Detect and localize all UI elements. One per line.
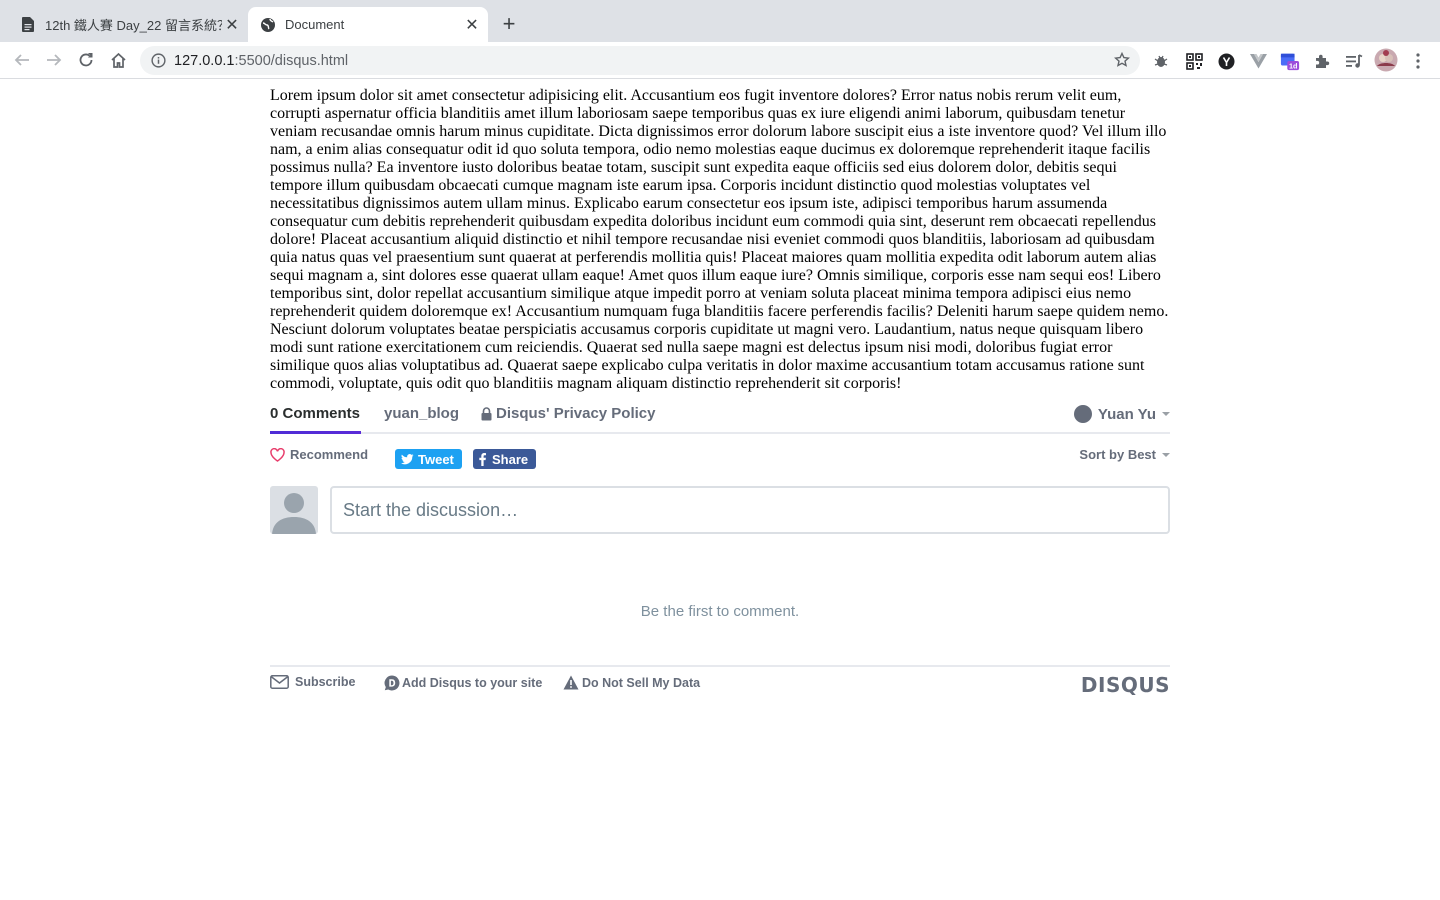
disqus-footer: Subscribe Add Disqus to your site Do Not… bbox=[270, 665, 1170, 701]
empty-state-message: Be the first to comment. bbox=[640, 603, 800, 620]
article-text: Lorem ipsum dolor sit amet consectetur a… bbox=[270, 87, 1169, 392]
document-icon bbox=[20, 17, 36, 33]
bookmark-star-icon[interactable] bbox=[1113, 51, 1131, 68]
user-name: Yuan Yu bbox=[1097, 405, 1156, 423]
user-avatar-icon bbox=[1073, 405, 1092, 423]
bug-extension-icon[interactable] bbox=[1151, 51, 1171, 71]
kebab-menu-icon[interactable] bbox=[1408, 51, 1428, 71]
twitter-bird-icon bbox=[401, 453, 414, 465]
browser-toolbar: 127.0.0.1:5500/disqus.html 1d bbox=[0, 42, 1440, 79]
tweet-label: Tweet bbox=[418, 451, 454, 467]
privacy-policy-link[interactable]: Disqus' Privacy Policy bbox=[481, 405, 655, 422]
tab-strip: 12th 鐵人賽 Day_22 留言系統？ ✕ Document ✕ + bbox=[0, 0, 1440, 42]
close-icon[interactable]: ✕ bbox=[462, 15, 482, 35]
url-text: 127.0.0.1:5500/disqus.html bbox=[174, 53, 348, 69]
privacy-policy-label: Disqus' Privacy Policy bbox=[496, 405, 656, 422]
url-path: :5500/disqus.html bbox=[234, 52, 349, 69]
new-tab-button[interactable]: + bbox=[497, 11, 521, 36]
comment-composer: Start the discussion… bbox=[270, 486, 1170, 534]
tweet-button[interactable]: Tweet bbox=[395, 449, 462, 469]
share-label: Share bbox=[492, 451, 529, 467]
comment-input[interactable]: Start the discussion… bbox=[330, 486, 1170, 534]
thread-actions: Recommend Tweet Share Sort by Best bbox=[270, 434, 1170, 480]
lock-icon bbox=[481, 406, 492, 421]
media-queue-icon[interactable] bbox=[1344, 51, 1364, 71]
envelope-icon bbox=[270, 675, 289, 689]
add-disqus-label: Add Disqus to your site bbox=[402, 676, 543, 690]
wallet-extension-icon[interactable] bbox=[1216, 51, 1236, 71]
home-icon[interactable] bbox=[106, 48, 130, 72]
url-host: 127.0.0.1 bbox=[174, 52, 235, 69]
chevron-down-icon bbox=[1162, 412, 1170, 416]
address-bar[interactable]: 127.0.0.1:5500/disqus.html bbox=[140, 46, 1140, 75]
forward-icon[interactable] bbox=[42, 48, 66, 72]
forum-link[interactable]: yuan_blog bbox=[384, 405, 459, 422]
info-icon[interactable] bbox=[150, 53, 166, 69]
subscribe-label: Subscribe bbox=[295, 675, 356, 689]
user-menu[interactable]: Yuan Yu bbox=[1073, 405, 1170, 423]
calendar-extension-icon[interactable]: 1d bbox=[1280, 51, 1300, 71]
close-icon[interactable]: ✕ bbox=[222, 15, 242, 35]
add-disqus-link[interactable]: Add Disqus to your site bbox=[384, 675, 542, 691]
extensions-puzzle-icon[interactable] bbox=[1312, 51, 1332, 71]
sort-label: Sort by Best bbox=[1079, 447, 1156, 462]
tab-title: 12th 鐵人賽 Day_22 留言系統？ bbox=[45, 18, 222, 33]
recommend-label: Recommend bbox=[290, 447, 369, 462]
chevron-down-icon bbox=[1162, 452, 1170, 457]
vue-devtools-icon[interactable] bbox=[1248, 51, 1268, 71]
do-not-sell-label: Do Not Sell My Data bbox=[582, 675, 701, 690]
profile-avatar[interactable] bbox=[1374, 48, 1398, 72]
extension-badge: 1d bbox=[1289, 62, 1297, 71]
avatar bbox=[270, 486, 318, 534]
back-icon[interactable] bbox=[10, 48, 34, 72]
sort-dropdown[interactable]: Sort by Best bbox=[1079, 447, 1170, 462]
warning-icon bbox=[563, 675, 579, 690]
disqus-thread: 0 Comments yuan_blog Disqus' Privacy Pol… bbox=[270, 398, 1170, 697]
heart-icon bbox=[270, 447, 285, 462]
tab-active[interactable]: Document ✕ bbox=[248, 7, 488, 42]
disqus-logo[interactable]: DISQUS bbox=[1081, 673, 1170, 697]
reload-icon[interactable] bbox=[74, 48, 98, 72]
disqus-nav: 0 Comments yuan_blog Disqus' Privacy Pol… bbox=[270, 398, 1170, 434]
tab-title: Document bbox=[285, 17, 345, 32]
recommend-button[interactable]: Recommend bbox=[270, 447, 368, 462]
disqus-d-icon bbox=[384, 675, 400, 691]
tab-comments[interactable]: 0 Comments bbox=[270, 405, 360, 434]
subscribe-link[interactable]: Subscribe bbox=[270, 675, 355, 689]
facebook-icon bbox=[479, 452, 486, 466]
do-not-sell-link[interactable]: Do Not Sell My Data bbox=[563, 675, 700, 690]
tab-inactive[interactable]: 12th 鐵人賽 Day_22 留言系統？ ✕ bbox=[8, 7, 248, 42]
facebook-share-button[interactable]: Share bbox=[473, 449, 537, 469]
qr-code-icon[interactable] bbox=[1184, 51, 1204, 71]
globe-icon bbox=[260, 17, 276, 33]
